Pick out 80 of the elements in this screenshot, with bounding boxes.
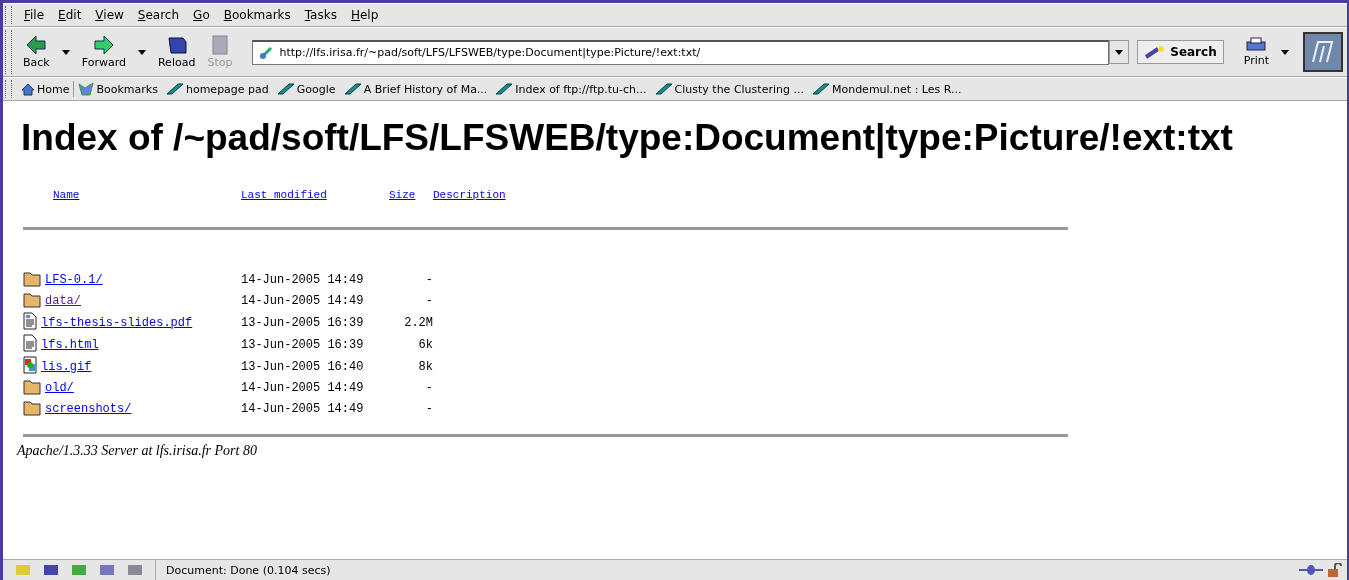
back-arrow-icon [25,35,48,55]
printer-icon [1245,37,1268,53]
print-button[interactable]: Print [1237,35,1275,69]
modified-date: 14-Jun-2005 14:49 [241,273,365,287]
menu-item[interactable]: Search [130,5,187,25]
back-button[interactable]: Back [17,33,56,71]
stop-icon [210,35,229,55]
bookmark-link[interactable]: Clusty the Clustering ... [650,80,808,98]
bookmark-link[interactable]: Mondemul.net : Les R... [807,80,966,98]
bookmark-link[interactable]: A Brief History of Ma... [339,80,492,98]
forward-button[interactable]: Forward [75,33,132,71]
modified-date: 13-Jun-2005 16:39 [241,338,365,352]
bookmark-icon [495,83,514,95]
bookmark-icon [276,83,295,95]
folder-icon [23,270,41,287]
menu-item[interactable]: Go [186,5,217,25]
column-header-link[interactable]: Last modified [241,189,389,201]
search-icon [1144,45,1167,59]
forward-arrow-icon [92,35,115,55]
bookmark-icon [165,83,184,95]
folder-icon [23,291,41,308]
menu-item[interactable]: Bookmarks [216,5,298,25]
menu-item[interactable]: Help [343,5,386,25]
column-header-link[interactable]: Description [433,189,1068,201]
file-link[interactable]: lfs.html [41,338,99,352]
reload-button[interactable]: Reload [151,33,202,71]
home-icon [21,82,35,96]
bookmark-icon [811,83,830,95]
modified-date: 14-Jun-2005 14:49 [241,402,365,416]
folder-icon [23,378,41,395]
file-link[interactable]: lis.gif [41,360,92,374]
status-text: Document: Done (0.104 secs) [155,560,1299,580]
toolbar-grip[interactable] [5,30,12,74]
caret-icon [1115,49,1124,55]
connection-icon [1299,564,1323,576]
bookmark-link[interactable]: homepage pad [161,80,273,98]
folder-icon [23,399,41,416]
search-button[interactable]: Search [1137,40,1224,64]
page-heading: Index of /~pad/soft/LFS/LFSWEB/type:Document|type:Picture/!ext:txt [21,117,1234,159]
file-link[interactable]: LFS-0.1/ [45,273,103,287]
column-header-link[interactable]: Name [23,189,241,201]
bookmark-link[interactable]: Bookmarks [74,80,162,98]
modified-date: 13-Jun-2005 16:39 [241,316,365,330]
bookmark-link[interactable]: Index of ftp://ftp.tu-ch... [491,80,651,98]
toolbar-grip[interactable] [5,6,12,24]
menu-item[interactable]: Edit [51,5,89,25]
file-size: - [424,402,433,416]
modified-date: 14-Jun-2005 14:49 [241,381,365,395]
address-field[interactable]: http://lfs.irisa.fr/~pad/soft/LFS/LFSWEB/type:Document|type:Picture/!ext:txt/ [252,39,1110,65]
dropdown-button[interactable] [1109,40,1130,64]
caret-icon[interactable] [1281,49,1289,55]
menu-item[interactable]: Tasks [297,5,344,25]
modified-date: 13-Jun-2005 16:40 [241,360,365,374]
bookmark-link[interactable]: Google [272,80,340,98]
caret-icon[interactable] [61,49,70,55]
file-size: - [424,381,433,395]
file-size: - [424,273,433,287]
bookmark-link[interactable]: Home [17,80,74,98]
file-size: 2.2M [403,316,433,330]
padlock-icon [1327,563,1343,577]
server-signature: Apache/1.3.33 Server at lfs.irisa.fr Port 80 [17,443,258,459]
file-size: - [424,294,433,308]
menu-item[interactable]: File [17,5,52,25]
modified-date: 14-Jun-2005 14:49 [241,294,365,308]
file-link[interactable]: screenshots/ [45,402,132,416]
file-link[interactable]: old/ [45,381,74,395]
file-link[interactable]: lfs-thesis-slides.pdf [41,316,193,330]
menu-item[interactable]: View [88,5,131,25]
logo-icon[interactable] [1303,32,1343,72]
image-file-icon [23,356,37,374]
column-header-link[interactable]: Size [389,189,433,201]
file-size: 6k [417,338,433,352]
bookmark-icon [654,83,673,95]
caret-icon[interactable] [137,49,146,55]
file-link[interactable]: data/ [45,294,81,308]
document-icon [23,334,37,352]
document-icon [23,312,37,330]
file-size: 8k [417,360,433,374]
toolbar-grip[interactable] [5,80,12,98]
bookmark-icon [343,83,362,95]
